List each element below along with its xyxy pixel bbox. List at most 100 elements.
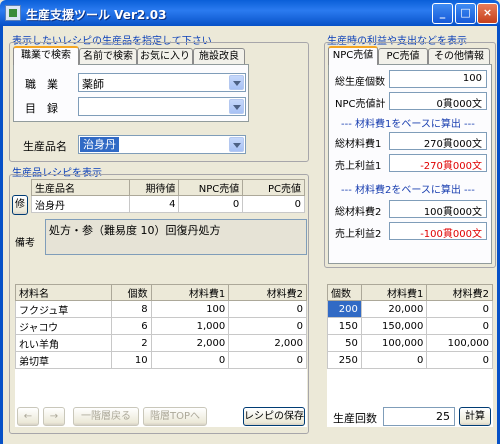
- material-cost1-cell[interactable]: 2,000: [150, 334, 230, 352]
- table-row[interactable]: 治身丹 4 0 0: [31, 195, 305, 213]
- total-count-label: 総生産個数: [335, 77, 385, 88]
- cost1-basis-note: --- 材料費1をベースに算出 ---: [341, 119, 475, 130]
- material-cost1-cell[interactable]: 1,000: [150, 317, 230, 335]
- job-select[interactable]: 薬師: [78, 73, 246, 92]
- product-label: 生産品名: [23, 140, 67, 153]
- calculate-button[interactable]: 計算: [459, 407, 491, 426]
- save-recipe-button[interactable]: レシピの保存: [243, 407, 305, 426]
- material-count-cell: 8: [110, 300, 152, 318]
- category-label: 目 録: [25, 102, 58, 115]
- cost2-label: 総材料費2: [335, 207, 382, 218]
- note-text: 処方・参（難易度 10）回復丹処方: [49, 224, 221, 237]
- minimize-button[interactable]: _: [432, 3, 453, 24]
- summary-cost2-cell: 100,000: [426, 334, 493, 352]
- up-one-level-button[interactable]: 一階層戻る: [73, 407, 139, 426]
- material-name-cell: 弟切草: [15, 351, 112, 369]
- material-count-cell: 2: [110, 334, 152, 352]
- table-row[interactable]: れい羊角 2 2,000 2,000: [15, 334, 307, 352]
- tab-search-job[interactable]: 職業で検索: [13, 46, 79, 65]
- quantity-cell[interactable]: 50: [327, 334, 362, 352]
- tab-facility[interactable]: 施設改良: [193, 48, 245, 65]
- job-select-value: 薬師: [82, 78, 104, 91]
- maximize-button[interactable]: □: [455, 3, 476, 24]
- npc-price-cell[interactable]: 0: [178, 195, 244, 213]
- col-product-name[interactable]: 生産品名: [31, 179, 130, 196]
- col-material-name[interactable]: 材料名: [15, 284, 112, 301]
- top-level-button[interactable]: 階層TOPへ: [143, 407, 207, 426]
- table-row[interactable]: フクジュ草 8 100 0: [15, 300, 307, 318]
- forward-button[interactable]: →: [43, 407, 65, 426]
- tab-favorites[interactable]: お気に入り: [137, 48, 193, 65]
- col-pc-price[interactable]: PC売値: [242, 179, 305, 196]
- quantity-cell[interactable]: 200: [327, 300, 362, 318]
- summary-cost2-cell: 0: [426, 317, 493, 335]
- table-row[interactable]: ジャコウ 6 1,000 0: [15, 317, 307, 335]
- total-count-field: 100: [389, 70, 487, 88]
- edit-recipe-button[interactable]: 修: [12, 195, 28, 215]
- material-cost2-cell[interactable]: 0: [228, 317, 307, 335]
- material-name-cell: フクジュ草: [15, 300, 112, 318]
- table-row[interactable]: 200 20,000 0: [327, 300, 493, 318]
- profit1-label: 売上利益1: [335, 161, 382, 172]
- col-cost1[interactable]: 材料費1: [150, 284, 230, 301]
- production-count-label: 生産回数: [333, 412, 377, 425]
- material-count-cell: 10: [110, 351, 152, 369]
- tab-other-info[interactable]: その他情報: [428, 48, 490, 65]
- col-expected[interactable]: 期待値: [128, 179, 180, 196]
- summary-cost2-cell: 0: [426, 300, 493, 318]
- table-row[interactable]: 弟切草 10 0 0: [15, 351, 307, 369]
- close-button[interactable]: ×: [477, 3, 498, 24]
- chevron-down-icon[interactable]: [229, 75, 244, 90]
- material-cost2-cell[interactable]: 2,000: [228, 334, 307, 352]
- pc-price-cell[interactable]: 0: [242, 195, 305, 213]
- material-cost1-cell[interactable]: 100: [150, 300, 230, 318]
- materials-header: 材料名 個数 材料費1 材料費2: [15, 284, 307, 301]
- product-table-header: 生産品名 期待値 NPC売値 PC売値: [31, 179, 305, 196]
- table-row[interactable]: 250 0 0: [327, 351, 493, 369]
- material-name-cell: れい羊角: [15, 334, 112, 352]
- npc-total-label: NPC売値計: [335, 99, 386, 110]
- note-label: 備考: [15, 238, 35, 249]
- product-select-value: 治身丹: [80, 137, 119, 152]
- summary-cost1-cell: 0: [360, 351, 428, 369]
- material-cost2-cell[interactable]: 0: [228, 351, 307, 369]
- tab-pc-price[interactable]: PC売値: [378, 48, 428, 65]
- material-cost2-cell[interactable]: 0: [228, 300, 307, 318]
- cost2-field: 100貫000文: [389, 200, 487, 218]
- table-row[interactable]: 150 150,000 0: [327, 317, 493, 335]
- expected-cell: 4: [128, 195, 180, 213]
- summary-cost1-cell: 100,000: [360, 334, 428, 352]
- title-bar: 生産支援ツール Ver2.03 _ □ ×: [0, 0, 500, 26]
- col-summary-cost1[interactable]: 材料費1: [360, 284, 428, 301]
- product-select[interactable]: 治身丹: [78, 135, 246, 154]
- production-count-input[interactable]: 25: [383, 407, 455, 426]
- summary-cost2-cell: 0: [426, 351, 493, 369]
- app-icon: [5, 5, 21, 21]
- category-select[interactable]: [78, 97, 246, 116]
- cost2-basis-note: --- 材料費2をベースに算出 ---: [341, 185, 475, 196]
- window-title: 生産支援ツール Ver2.03: [26, 8, 167, 22]
- tab-npc-price[interactable]: NPC売値: [328, 46, 378, 65]
- back-button[interactable]: ←: [17, 407, 39, 426]
- note-box: 処方・参（難易度 10）回復丹処方: [45, 219, 307, 255]
- material-count-cell: 6: [110, 317, 152, 335]
- col-count[interactable]: 個数: [110, 284, 152, 301]
- col-cost2[interactable]: 材料費2: [228, 284, 307, 301]
- summary-header: 個数 材料費1 材料費2: [327, 284, 493, 301]
- quantity-cell[interactable]: 250: [327, 351, 362, 369]
- col-quantity[interactable]: 個数: [327, 284, 362, 301]
- summary-cost1-cell: 150,000: [360, 317, 428, 335]
- material-name-cell: ジャコウ: [15, 317, 112, 335]
- table-row[interactable]: 50 100,000 100,000: [327, 334, 493, 352]
- material-cost1-cell[interactable]: 0: [150, 351, 230, 369]
- quantity-cell[interactable]: 150: [327, 317, 362, 335]
- chevron-down-icon[interactable]: [229, 99, 244, 114]
- col-npc-price[interactable]: NPC売値: [178, 179, 244, 196]
- cost1-label: 総材料費1: [335, 139, 382, 150]
- col-summary-cost2[interactable]: 材料費2: [426, 284, 493, 301]
- chevron-down-icon[interactable]: [229, 137, 244, 152]
- npc-total-field: 0貫000文: [389, 92, 487, 110]
- summary-cost1-cell: 20,000: [360, 300, 428, 318]
- window-body: 表示したいレシピの生産品を指定して下さい 職業で検索 名前で検索 お気に入り 施…: [0, 26, 500, 444]
- tab-search-name[interactable]: 名前で検索: [79, 48, 137, 65]
